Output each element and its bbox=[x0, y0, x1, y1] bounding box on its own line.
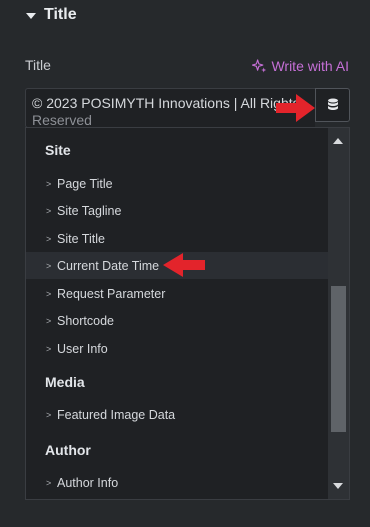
chevron-right-icon: > bbox=[46, 315, 52, 326]
option-label: Current Date Time bbox=[57, 258, 160, 273]
option-label: User Info bbox=[57, 341, 108, 356]
option-page-title[interactable]: > Page Title bbox=[26, 170, 329, 197]
dynamic-tags-button[interactable] bbox=[315, 88, 350, 122]
option-author-info[interactable]: > Author Info bbox=[26, 469, 329, 496]
chevron-right-icon: > bbox=[46, 409, 52, 420]
scroll-down-arrow-icon[interactable] bbox=[333, 483, 343, 489]
chevron-right-icon: > bbox=[46, 477, 52, 488]
option-label: Author Info bbox=[57, 475, 119, 490]
option-site-tagline[interactable]: > Site Tagline bbox=[26, 197, 329, 224]
chevron-right-icon: > bbox=[46, 288, 52, 299]
annotation-arrow-icon bbox=[276, 94, 315, 122]
group-title-author: Author bbox=[45, 442, 91, 458]
chevron-right-icon: > bbox=[46, 260, 52, 271]
group-title-media: Media bbox=[45, 374, 85, 390]
chevron-right-icon: > bbox=[46, 205, 52, 216]
option-shortcode[interactable]: > Shortcode bbox=[26, 307, 329, 334]
option-label: Request Parameter bbox=[57, 286, 166, 301]
option-site-title[interactable]: > Site Title bbox=[26, 225, 329, 252]
scrollbar-thumb[interactable] bbox=[331, 286, 346, 432]
option-label: Featured Image Data bbox=[57, 407, 176, 422]
option-label: Site Tagline bbox=[57, 203, 122, 218]
dynamic-tags-dropdown[interactable]: Site > Page Title > Site Tagline > Site … bbox=[25, 127, 350, 500]
dropdown-scrollbar[interactable] bbox=[328, 128, 349, 499]
title-textarea[interactable]: © 2023 POSIMYTH Innovations | All Rights… bbox=[25, 88, 315, 128]
database-icon bbox=[327, 98, 338, 110]
annotation-arrow-icon bbox=[163, 253, 205, 277]
option-request-parameter[interactable]: > Request Parameter bbox=[26, 280, 329, 307]
field-label: Title bbox=[25, 57, 51, 73]
group-title-site: Site bbox=[45, 142, 71, 158]
caret-down-icon bbox=[26, 12, 36, 19]
section-title: Title bbox=[44, 6, 77, 23]
scroll-up-arrow-icon[interactable] bbox=[333, 138, 343, 144]
write-with-ai-label: Write with AI bbox=[271, 58, 349, 74]
chevron-right-icon: > bbox=[46, 178, 52, 189]
textarea-line-1: © 2023 POSIMYTH Innovations | All Rights bbox=[32, 95, 300, 111]
textarea-line-2: Reserved bbox=[32, 112, 92, 128]
option-label: Shortcode bbox=[57, 313, 114, 328]
chevron-right-icon: > bbox=[46, 343, 52, 354]
option-featured-image-data[interactable]: > Featured Image Data bbox=[26, 401, 329, 428]
option-user-info[interactable]: > User Info bbox=[26, 335, 329, 362]
option-label: Site Title bbox=[57, 231, 105, 246]
section-header-title[interactable]: Title bbox=[26, 4, 77, 26]
chevron-right-icon: > bbox=[46, 233, 52, 244]
option-label: Page Title bbox=[57, 176, 113, 191]
sparkle-icon bbox=[252, 58, 267, 72]
write-with-ai-button[interactable]: Write with AI bbox=[252, 58, 349, 74]
